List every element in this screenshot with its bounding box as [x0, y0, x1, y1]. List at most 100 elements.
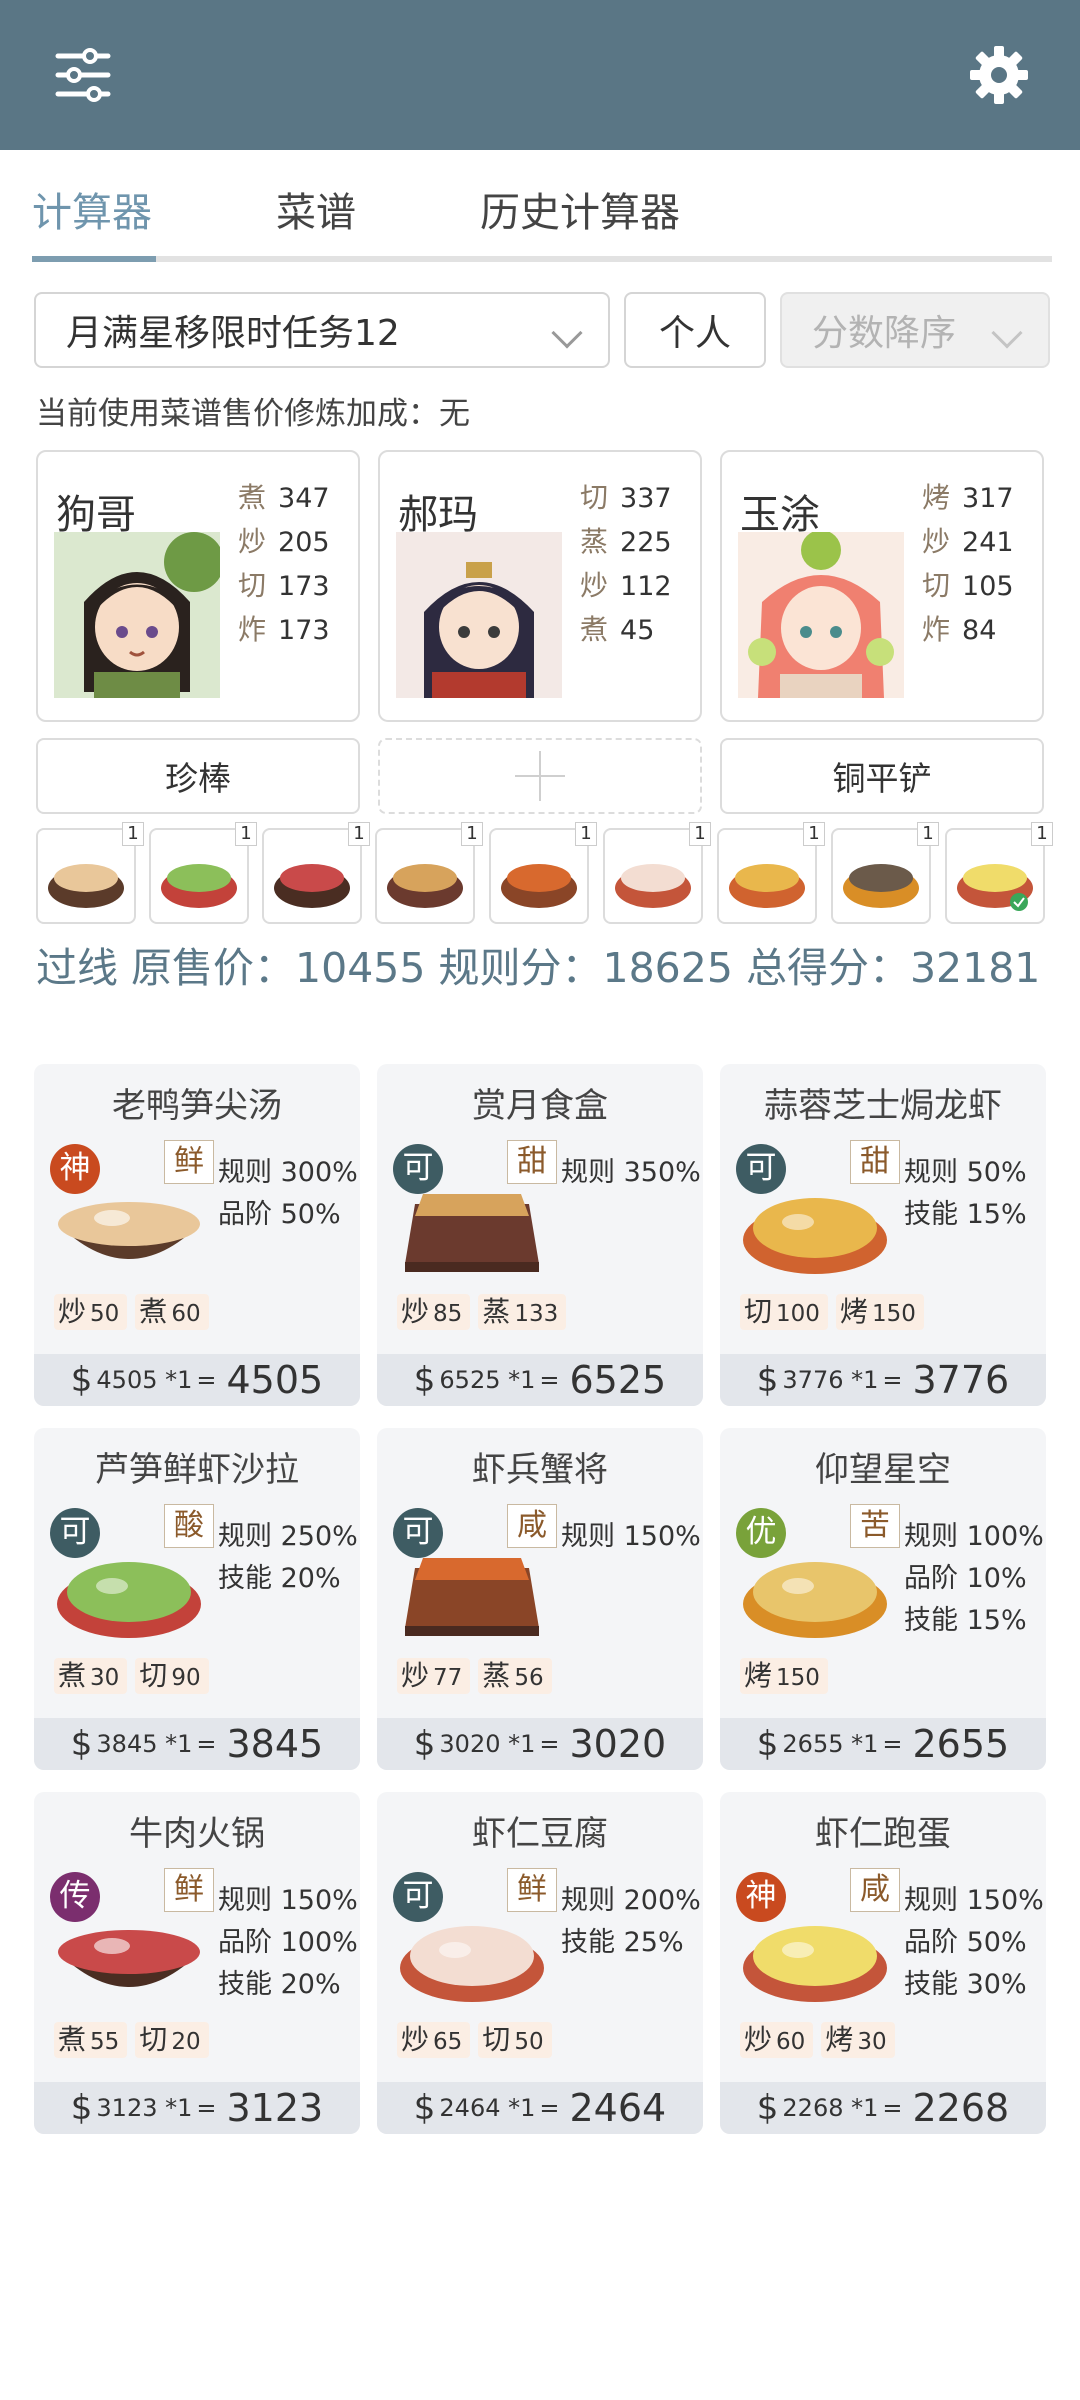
- mode-button[interactable]: 个人: [624, 292, 766, 368]
- skill-list: 炒 50 煮 60: [54, 1294, 209, 1330]
- unit-price: 3020 *1: [439, 1730, 536, 1758]
- rule-list: 规则 150% 品阶 50% 技能 30%: [904, 1880, 1044, 2006]
- flavor-tag: 苦: [850, 1504, 900, 1548]
- unit-price: 2655 *1: [782, 1730, 879, 1758]
- recipe-slot[interactable]: 1: [149, 822, 257, 924]
- total-price: 3123: [226, 2086, 324, 2130]
- recipe-slot[interactable]: 1: [375, 822, 483, 924]
- rule-list: 规则 50% 技能 15%: [904, 1152, 1027, 1236]
- tab-recipes[interactable]: 菜谱: [276, 180, 356, 238]
- unit-price: 2464 *1: [439, 2094, 536, 2122]
- recipe-slot[interactable]: 1: [945, 822, 1053, 924]
- rule-list: 规则 200% 技能 25%: [561, 1880, 701, 1964]
- sliders-icon[interactable]: [50, 42, 116, 108]
- chef-skill: 炸 173: [238, 613, 330, 646]
- chef-skill: 炒 241: [922, 525, 1014, 558]
- price-row: $2655 *1 = 2655: [720, 1718, 1046, 1770]
- dish-icon: [615, 864, 691, 908]
- rule-bonus: 规则 150%: [904, 1885, 1044, 1916]
- flavor-tag: 甜: [850, 1140, 900, 1184]
- rule-bonus: 规则 350%: [561, 1157, 701, 1188]
- dollar-icon: $: [70, 1724, 93, 1764]
- rule-bonus: 规则 150%: [218, 1885, 358, 1916]
- chef-card-1[interactable]: 狗哥 煮 347 炒 205 切 173 炸 173: [36, 450, 360, 722]
- pass-status: 过线: [36, 944, 118, 992]
- rarity-badge: 可: [736, 1144, 786, 1194]
- recipe-slot[interactable]: 1: [36, 822, 144, 924]
- rarity-badge: 神: [736, 1872, 786, 1922]
- dollar-icon: $: [70, 1360, 93, 1400]
- total-price: 3845: [226, 1722, 324, 1766]
- chef-avatar: [54, 532, 220, 698]
- recipe-card[interactable]: 仰望星空优 苦规则 100% 品阶 10% 技能 15% 烤 150 $2655 *1 = 26…: [720, 1428, 1046, 1770]
- recipe-name: 蒜蓉芝士焗龙虾: [764, 1086, 1002, 1126]
- price-row: $3776 *1 = 3776: [720, 1354, 1046, 1406]
- skill-list: 煮 30 切 90: [54, 1658, 209, 1694]
- skill-requirement: 炒 77: [397, 1658, 471, 1694]
- total-price: 2464: [569, 2086, 667, 2130]
- dollar-icon: $: [756, 1724, 779, 1764]
- skill-list: 烤 150: [740, 1658, 828, 1694]
- equals-sign: =: [539, 1730, 560, 1758]
- rarity-badge: 可: [393, 1144, 443, 1194]
- slot-count-badge: 1: [1031, 822, 1053, 846]
- tab-history-calculator[interactable]: 历史计算器: [480, 180, 680, 238]
- equip-slot-1[interactable]: 珍棒: [36, 738, 360, 814]
- equals-sign: =: [882, 1366, 903, 1394]
- recipe-card[interactable]: 芦笋鲜虾沙拉可 酸规则 250% 技能 20% 煮 30 切 90 $3845 *1 = 3845: [34, 1428, 360, 1770]
- equip-slot-3[interactable]: 铜平铲: [720, 738, 1044, 814]
- chef-skill: 蒸 225: [580, 525, 672, 558]
- equals-sign: =: [882, 2094, 903, 2122]
- rarity-badge: 可: [50, 1508, 100, 1558]
- rarity-badge: 可: [393, 1872, 443, 1922]
- recipe-card[interactable]: 虾仁跑蛋神 咸规则 150% 品阶 50% 技能 30% 炒 60 烤 30 $2268 *1 =…: [720, 1792, 1046, 2134]
- unit-price: 3776 *1: [782, 1366, 879, 1394]
- recipe-slot[interactable]: 1: [831, 822, 939, 924]
- rule-list: 规则 250% 技能 20%: [218, 1516, 358, 1600]
- skill-requirement: 蒸 56: [478, 1658, 552, 1694]
- gear-icon[interactable]: [966, 42, 1032, 108]
- rule-bonus: 品阶 100%: [218, 1927, 358, 1958]
- recipe-name: 芦笋鲜虾沙拉: [95, 1450, 299, 1490]
- dollar-icon: $: [413, 2088, 436, 2128]
- sort-select[interactable]: 分数降序: [780, 292, 1050, 368]
- recipe-card[interactable]: 虾兵蟹将可 咸规则 150% 炒 77 蒸 56 $3020 *1 = 3020: [377, 1428, 703, 1770]
- total-price: 4505: [226, 1358, 324, 1402]
- price-row: $2464 *1 = 2464: [377, 2082, 703, 2134]
- skill-requirement: 烤 150: [740, 1658, 828, 1694]
- score-summary: 过线 原售价：10455 规则分：18625 总得分：32181: [36, 940, 1046, 996]
- rule-select[interactable]: 月满星移限时任务12: [34, 292, 610, 368]
- recipe-card[interactable]: 牛肉火锅传 鲜规则 150% 品阶 100% 技能 20% 煮 55 切 20 $3123 *1…: [34, 1792, 360, 2134]
- chef-skill: 切 337: [580, 481, 672, 514]
- recipe-name: 牛肉火锅: [129, 1814, 265, 1854]
- slot-count-badge: 1: [689, 822, 711, 846]
- dollar-icon: $: [756, 1360, 779, 1400]
- chef-skill: 炸 84: [922, 613, 997, 646]
- recipe-card[interactable]: 赏月食盒可 甜规则 350% 炒 85 蒸 133 $6525 *1 = 6525: [377, 1064, 703, 1406]
- tab-calculator[interactable]: 计算器: [32, 180, 152, 238]
- slot-count-badge: 1: [122, 822, 144, 846]
- recipe-card[interactable]: 蒜蓉芝士焗龙虾可 甜规则 50% 技能 15% 切 100 烤 150 $3776 *1 = 37…: [720, 1064, 1046, 1406]
- chef-card-2[interactable]: 郝玛 切 337 蒸 225 炒 112 煮 45: [378, 450, 702, 722]
- recipe-slot[interactable]: 1: [262, 822, 370, 924]
- rule-bonus: 技能 20%: [218, 1969, 341, 2000]
- skill-requirement: 切 20: [135, 2022, 209, 2058]
- recipe-card[interactable]: 虾仁豆腐可 鲜规则 200% 技能 25% 炒 65 切 50 $2464 *1 = 2464: [377, 1792, 703, 2134]
- dish-icon: [501, 864, 577, 908]
- recipe-card[interactable]: 老鸭笋尖汤神 鲜规则 300% 品阶 50% 炒 50 煮 60 $4505 *1 = 4505: [34, 1064, 360, 1406]
- slot-count-badge: 1: [348, 822, 370, 846]
- sort-select-value: 分数降序: [812, 313, 957, 354]
- chef-card-3[interactable]: 玉涂 烤 317 炒 241 切 105 炸 84: [720, 450, 1044, 722]
- recipe-slot[interactable]: 1: [717, 822, 825, 924]
- total-price: 2655: [912, 1722, 1010, 1766]
- equip-slot-2-add[interactable]: [378, 738, 702, 814]
- slot-count-badge: 1: [575, 822, 597, 846]
- rule-bonus: 规则 150%: [561, 1521, 701, 1552]
- recipe-slot[interactable]: 1: [489, 822, 597, 924]
- recipe-slot[interactable]: 1: [603, 822, 711, 924]
- price-row: $3845 *1 = 3845: [34, 1718, 360, 1770]
- chef-skill: 炒 112: [580, 569, 672, 602]
- rule-bonus: 规则 50%: [904, 1157, 1027, 1188]
- rule-list: 规则 300% 品阶 50%: [218, 1152, 358, 1236]
- dish-icon: [48, 864, 124, 908]
